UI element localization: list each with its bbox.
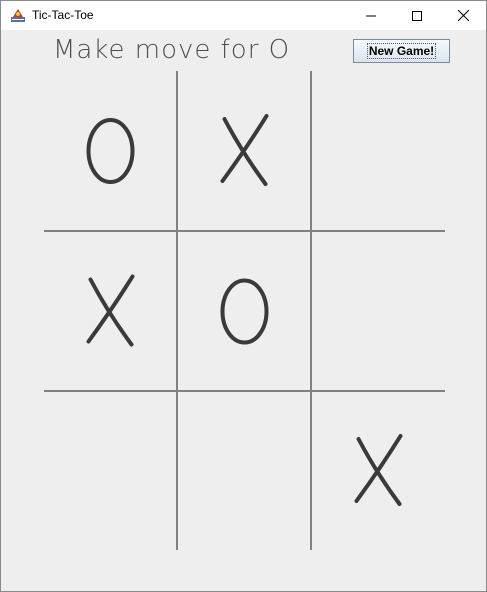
board-cell-r3-c2-area[interactable] (178, 392, 311, 550)
board-cell-r1-c1[interactable] (44, 71, 177, 231)
game-board (44, 71, 445, 550)
board-cell-r1-c1-area[interactable] (44, 71, 177, 231)
java-app-icon (10, 7, 26, 23)
minimize-button[interactable] (348, 1, 394, 30)
board-cell-r1-c3-area[interactable] (312, 71, 445, 231)
board-cell-r2-c1[interactable] (44, 232, 177, 391)
close-button[interactable] (440, 1, 486, 30)
board-cell-r3-c1[interactable] (44, 392, 177, 550)
maximize-button[interactable] (394, 1, 440, 30)
board-cell-r1-c3[interactable] (312, 71, 445, 231)
close-icon (457, 10, 469, 21)
board-cell-r1-c2[interactable] (178, 71, 311, 231)
board-cell-r2-c3[interactable] (312, 232, 445, 391)
board-cell-r2-c3-area[interactable] (312, 232, 445, 391)
board-cell-r2-c2-area[interactable] (178, 232, 311, 391)
title-bar[interactable]: Tic-Tac-Toe (1, 1, 486, 30)
game-panel: Make move for O New Game! (1, 30, 486, 591)
minimize-icon (366, 15, 376, 16)
maximize-icon (412, 10, 422, 21)
board-cells (44, 71, 445, 550)
window-title: Tic-Tac-Toe (32, 8, 94, 22)
board-cell-r2-c2[interactable] (178, 232, 311, 391)
app-window: Tic-Tac-Toe Make move for O New Game! (0, 0, 487, 592)
board-cell-r3-c2[interactable] (178, 392, 311, 550)
board-cell-r3-c3[interactable] (312, 392, 445, 550)
board-cell-r3-c1-area[interactable] (44, 392, 177, 550)
